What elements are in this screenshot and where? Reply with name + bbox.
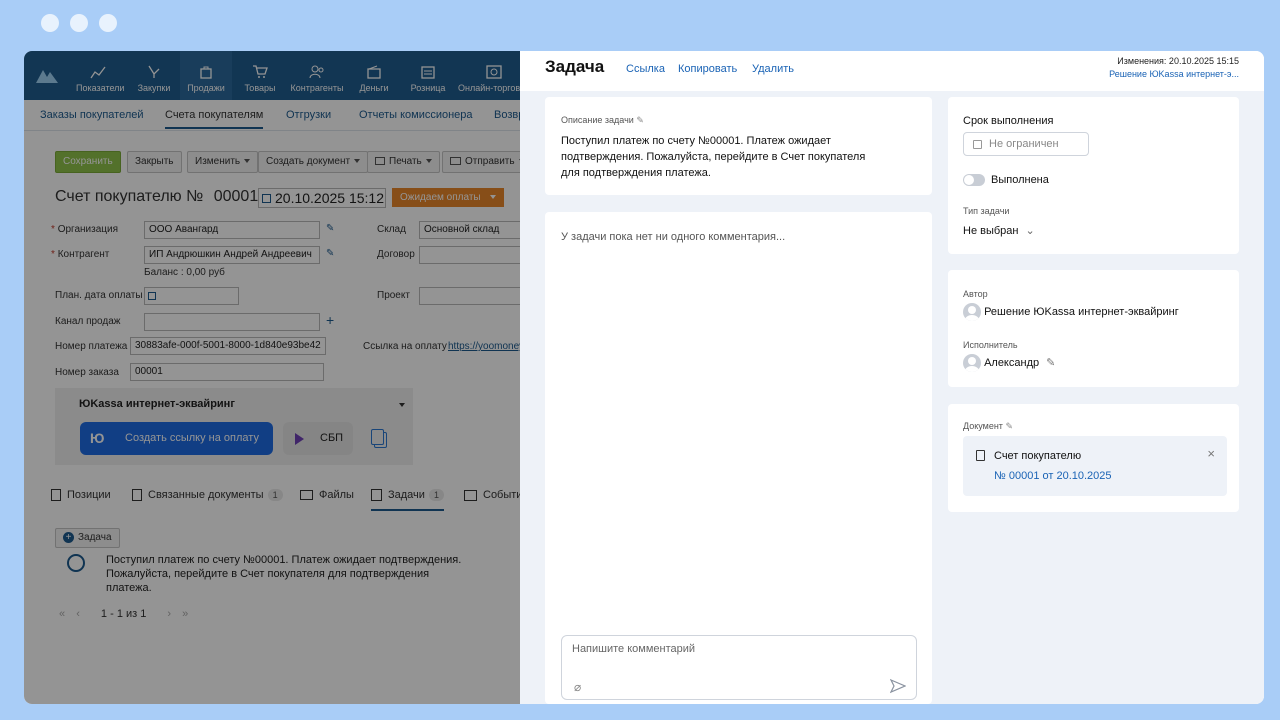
task-delete-button[interactable]: Удалить — [752, 63, 794, 75]
pencil-icon[interactable]: ✎ — [636, 115, 644, 125]
attach-icon[interactable]: ⌀ — [574, 680, 581, 694]
task-copy-button[interactable]: Копировать — [678, 63, 737, 75]
author-label: Автор — [963, 289, 988, 299]
send-icon[interactable] — [890, 678, 906, 694]
calendar-icon — [973, 140, 982, 149]
comments-card: У задачи пока нет ни одного комментария.… — [545, 212, 932, 704]
moysklad-app: Показатели Закупки Продажи Товары Контра… — [24, 51, 520, 704]
comment-placeholder: Напишите комментарий — [572, 643, 696, 655]
browser-window: Показатели Закупки Продажи Товары Контра… — [24, 51, 1264, 704]
deadline-placeholder: Не ограничен — [989, 138, 1059, 150]
no-comments-text: У задачи пока нет ни одного комментария.… — [561, 231, 786, 243]
task-type-label: Тип задачи — [963, 206, 1010, 216]
task-panel-header: Задача Ссылка Копировать Удалить Изменен… — [520, 51, 1264, 91]
deadline-label: Срок выполнения — [963, 115, 1054, 127]
assignee-value: Александр — [984, 356, 1040, 369]
task-title: Задача — [545, 57, 605, 76]
comment-input[interactable]: Напишите комментарий ⌀ — [561, 635, 917, 700]
avatar — [963, 354, 981, 372]
description-label-text: Описание задачи — [561, 115, 634, 125]
description-text[interactable]: Поступил платеж по счету №00001. Платеж … — [561, 133, 881, 181]
close-icon[interactable]: × — [1207, 446, 1215, 461]
document-label-text: Документ — [963, 421, 1003, 431]
changes-author[interactable]: Решение ЮKassa интернет-э... — [1109, 69, 1239, 79]
properties-card: Срок выполнения Не ограничен Выполнена Т… — [948, 97, 1239, 254]
description-label: Описание задачи ✎ — [561, 115, 644, 126]
avatar — [963, 303, 981, 321]
window-dot-3 — [99, 14, 117, 32]
task-type-select[interactable]: Не выбран ⌄ — [963, 224, 1035, 237]
document-type: Счет покупателю — [994, 450, 1082, 462]
linked-document[interactable]: Счет покупателю № 00001 от 20.10.2025 × — [963, 436, 1227, 496]
assignee-label: Исполнитель — [963, 340, 1018, 350]
chevron-down-icon: ⌄ — [1025, 225, 1035, 237]
window-dot-2 — [70, 14, 88, 32]
task-type-value: Не выбран — [963, 225, 1019, 237]
deadline-input[interactable]: Не ограничен — [963, 132, 1089, 156]
document-icon — [976, 450, 985, 461]
pencil-icon[interactable]: ✎ — [1005, 421, 1013, 431]
assignee-row[interactable]: Александр ✎ — [963, 354, 1055, 372]
people-card: Автор Решение ЮKassa интернет-эквайринг … — [948, 270, 1239, 387]
document-label: Документ ✎ — [963, 421, 1013, 432]
author-value: Решение ЮKassa интернет-эквайринг — [984, 305, 1179, 318]
done-toggle[interactable] — [963, 174, 985, 186]
done-label: Выполнена — [991, 174, 1049, 186]
modal-overlay[interactable] — [24, 51, 520, 704]
pencil-icon[interactable]: ✎ — [1046, 357, 1055, 369]
document-ref[interactable]: № 00001 от 20.10.2025 — [994, 470, 1112, 482]
window-dot-1 — [41, 14, 59, 32]
toggle-knob — [964, 175, 974, 185]
changes-info: Изменения: 20.10.2025 15:15 — [1117, 56, 1239, 66]
document-card: Документ ✎ Счет покупателю № 00001 от 20… — [948, 404, 1239, 512]
task-link-button[interactable]: Ссылка — [626, 63, 665, 75]
description-card: Описание задачи ✎ Поступил платеж по сче… — [545, 97, 932, 195]
task-panel: Задача Ссылка Копировать Удалить Изменен… — [520, 51, 1264, 704]
author-row: Решение ЮKassa интернет-эквайринг — [963, 303, 1179, 321]
